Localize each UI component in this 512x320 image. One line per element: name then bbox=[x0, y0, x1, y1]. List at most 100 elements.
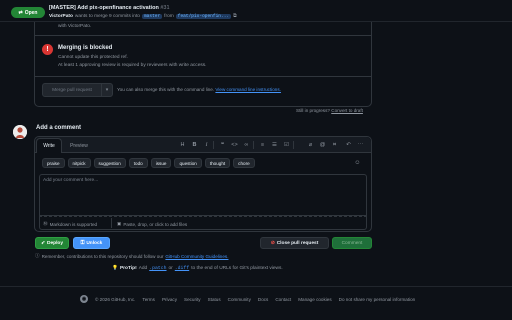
close-pull-request-button[interactable]: ⊘ Close pull request bbox=[260, 237, 329, 249]
cli-hint: You can also merge this with the command… bbox=[117, 87, 281, 92]
tab-write[interactable]: Write bbox=[36, 138, 62, 153]
bold-icon[interactable]: B bbox=[190, 141, 199, 149]
code-icon[interactable]: <> bbox=[230, 141, 239, 149]
unlock-label: Unlock bbox=[86, 240, 103, 246]
chip-praise[interactable]: praise bbox=[42, 158, 65, 168]
footer-copyright: © 2026 GitHub, Inc. bbox=[95, 296, 136, 302]
divider bbox=[34, 35, 372, 36]
attach-files-hint[interactable]: ▣ Paste, drop, or click to add files bbox=[117, 221, 187, 227]
tab-preview[interactable]: Preview bbox=[64, 138, 94, 153]
heading-icon[interactable]: H bbox=[178, 141, 187, 149]
patch-link[interactable]: .patch bbox=[149, 266, 166, 271]
pr-title: [MASTER] Add pix-openfinance activation … bbox=[49, 5, 170, 11]
light-bulb-icon: 💡 bbox=[112, 266, 118, 271]
guidelines-reminder: ⓘ Remember, contributions to this reposi… bbox=[35, 253, 228, 259]
more-icon[interactable]: ⋯ bbox=[356, 141, 365, 149]
chevron-down-icon: ▾ bbox=[105, 87, 109, 93]
attach-icon[interactable]: ⌀ bbox=[306, 141, 315, 149]
comment-placeholder: Add your comment here... bbox=[43, 178, 99, 183]
unlock-button[interactable]: ⚿ Unlock bbox=[73, 237, 110, 249]
markdown-note-text: Markdown is supported bbox=[49, 221, 98, 227]
toolbar-divider bbox=[253, 141, 254, 149]
merge-blocked-reason: Cannot update this protected ref. bbox=[58, 55, 128, 60]
undo-icon[interactable]: ↶ bbox=[344, 141, 353, 149]
draft-hint-text: Still in progress? bbox=[296, 108, 330, 113]
link-icon[interactable]: ∞ bbox=[242, 141, 251, 149]
markdown-icon: Ⓜ bbox=[43, 221, 48, 226]
footer-link-cookies[interactable]: Manage cookies bbox=[298, 297, 331, 302]
chip-chore[interactable]: chore bbox=[233, 158, 255, 168]
status-badge-label: Open bbox=[24, 9, 38, 16]
deploy-label: Deploy bbox=[47, 240, 64, 246]
page-footer: ◉ © 2026 GitHub, Inc. Terms Privacy Secu… bbox=[80, 295, 415, 303]
deploy-button[interactable]: ➶ Deploy bbox=[35, 237, 69, 249]
pr-subtitle: VictorPato wants to merge 9 commits into… bbox=[49, 13, 237, 19]
draft-hint: Still in progress? Convert to draft bbox=[296, 108, 363, 113]
toolbar-divider bbox=[293, 141, 294, 149]
cli-instructions-link[interactable]: View command line instructions. bbox=[215, 87, 281, 92]
reference-icon[interactable]: ⌗ bbox=[330, 141, 339, 149]
github-mark-icon[interactable]: ◉ bbox=[80, 295, 88, 303]
reminder-text: Remember, contributions to this reposito… bbox=[41, 253, 164, 259]
image-icon: ▣ bbox=[117, 221, 122, 226]
protip-label: ProTip! bbox=[119, 266, 137, 271]
pr-from-text: from bbox=[164, 13, 174, 19]
footer-link-terms[interactable]: Terms bbox=[142, 297, 155, 302]
smiley-icon[interactable]: ☺ bbox=[353, 159, 362, 167]
lock-icon: ⚿ bbox=[80, 241, 85, 246]
footer-link-privacy[interactable]: Privacy bbox=[162, 297, 177, 302]
cli-hint-text: You can also merge this with the command… bbox=[117, 87, 215, 92]
protip-or: or bbox=[168, 266, 173, 271]
avatar[interactable] bbox=[13, 125, 27, 139]
markdown-note[interactable]: Ⓜ Markdown is supported bbox=[43, 221, 97, 227]
diff-link[interactable]: .diff bbox=[175, 266, 189, 271]
merge-blocked-title: Merging is blocked bbox=[58, 45, 113, 51]
protip-add: Add bbox=[138, 266, 148, 271]
footer-divider bbox=[0, 286, 512, 287]
reaction-chips: praise nitpick suggestion todo issue que… bbox=[42, 158, 255, 168]
merge-author-note: with VictorPato. bbox=[58, 24, 92, 29]
pull-request-icon: ⇄ bbox=[18, 9, 23, 16]
footer-divider bbox=[111, 218, 112, 228]
footer-link-contact[interactable]: Contact bbox=[275, 297, 291, 302]
chip-thought[interactable]: thought bbox=[204, 158, 231, 168]
chip-todo[interactable]: todo bbox=[128, 158, 148, 168]
merge-pull-request-button[interactable]: Merge pull request bbox=[42, 83, 102, 97]
footer-link-docs[interactable]: Docs bbox=[258, 297, 268, 302]
attach-files-text: Paste, drop, or click to add files bbox=[123, 221, 188, 227]
merge-method-dropdown[interactable]: ▾ bbox=[101, 83, 113, 97]
footer-link-status[interactable]: Status bbox=[208, 297, 221, 302]
chip-suggestion[interactable]: suggestion bbox=[93, 158, 126, 168]
list-icon[interactable]: ≡ bbox=[258, 141, 267, 149]
info-icon: ⓘ bbox=[35, 253, 40, 258]
chip-issue[interactable]: issue bbox=[150, 158, 172, 168]
footer-link-security[interactable]: Security bbox=[184, 297, 201, 302]
status-badge: ⇄ Open bbox=[11, 7, 45, 18]
chip-nitpick[interactable]: nitpick bbox=[67, 158, 91, 168]
footer-link-community[interactable]: Community bbox=[228, 297, 251, 302]
pr-author[interactable]: VictorPato bbox=[49, 14, 73, 19]
toolbar-divider bbox=[213, 141, 214, 149]
close-pr-icon: ⊘ bbox=[270, 240, 275, 246]
base-branch[interactable]: master bbox=[141, 13, 163, 19]
task-list-icon[interactable]: ☑ bbox=[282, 141, 291, 149]
pr-number: #31 bbox=[160, 5, 170, 11]
copy-icon[interactable]: ⧉ bbox=[233, 13, 236, 19]
protip: 💡 ProTip! Add .patch or .diff to the end… bbox=[112, 266, 283, 271]
chip-question[interactable]: question bbox=[174, 158, 202, 168]
add-comment-heading: Add a comment bbox=[36, 125, 82, 131]
head-branch[interactable]: feat/pix-openfin... bbox=[175, 13, 232, 19]
protip-rest: to the end of URLs for Git's plaintext v… bbox=[191, 266, 283, 271]
close-pr-label: Close pull request bbox=[276, 240, 319, 246]
rocket-icon: ➶ bbox=[40, 240, 46, 246]
community-guidelines-link[interactable]: GitHub Community Guidelines. bbox=[165, 254, 228, 259]
quote-icon[interactable]: ❝ bbox=[218, 141, 227, 149]
pr-title-text: [MASTER] Add pix-openfinance activation bbox=[49, 5, 159, 11]
mention-icon[interactable]: @ bbox=[318, 141, 327, 149]
convert-to-draft-link[interactable]: Convert to draft bbox=[331, 108, 363, 113]
comment-button[interactable]: Comment bbox=[332, 237, 372, 249]
x-circle-icon: ! bbox=[42, 44, 53, 55]
footer-link-do-not-share[interactable]: Do not share my personal information bbox=[339, 297, 416, 302]
italic-icon[interactable]: I bbox=[202, 141, 211, 149]
numbered-list-icon[interactable]: ☰ bbox=[270, 141, 279, 149]
